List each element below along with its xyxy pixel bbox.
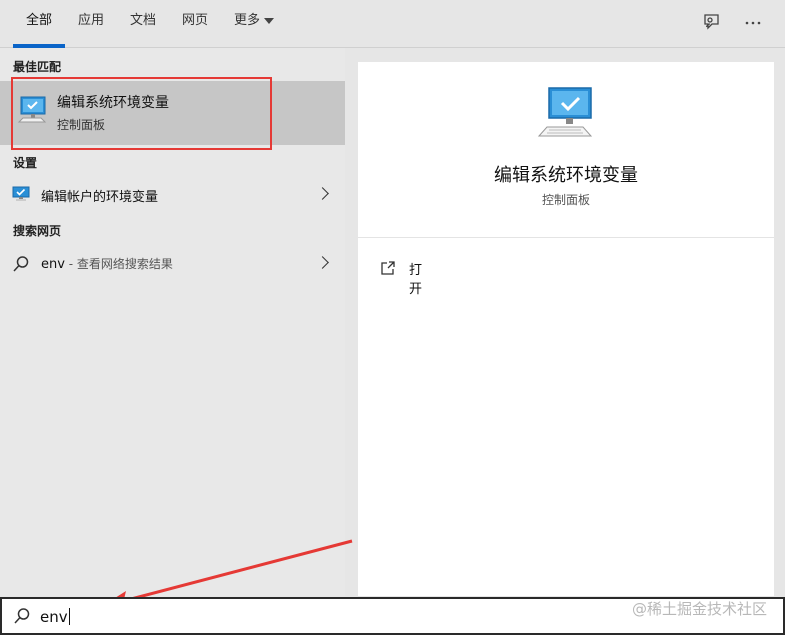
search-input[interactable]: env: [40, 608, 70, 626]
text-caret: [68, 608, 70, 625]
search-icon: [13, 607, 31, 629]
annotation-arrow: [96, 539, 353, 616]
watermark: @稀土掘金技术社区: [631, 600, 767, 618]
search-input-value: env: [40, 608, 68, 626]
